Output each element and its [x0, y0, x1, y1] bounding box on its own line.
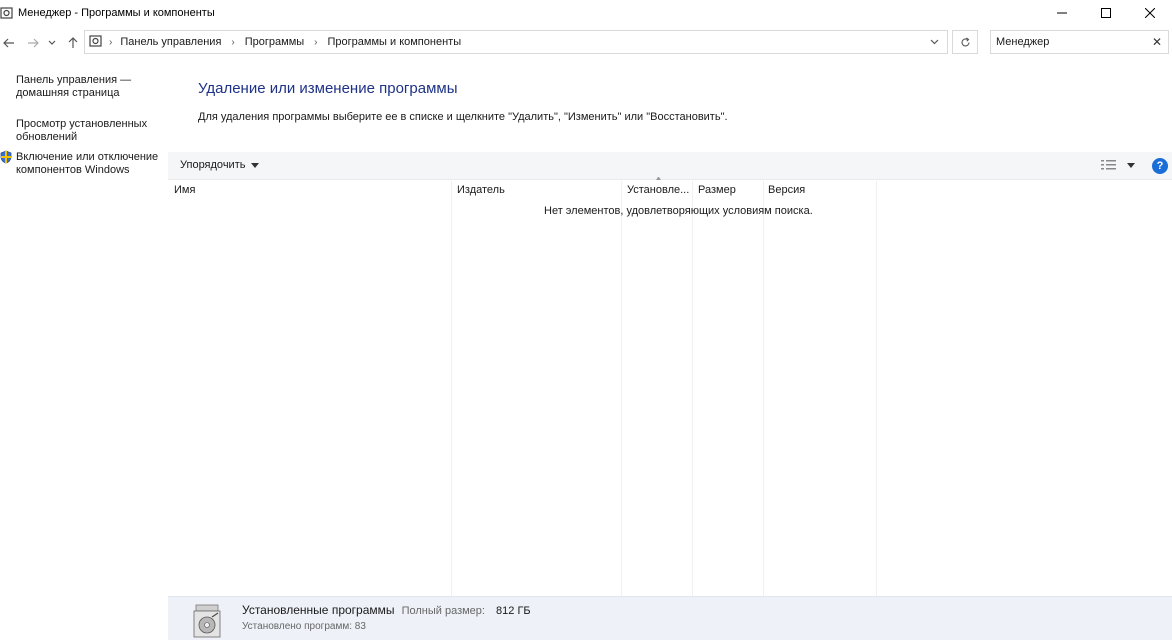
arrow-left-icon: [3, 38, 14, 48]
minimize-icon: [1057, 12, 1067, 14]
maximize-button[interactable]: [1084, 0, 1128, 26]
arrow-up-icon: [68, 37, 78, 48]
minimize-button[interactable]: [1040, 0, 1084, 26]
dropdown-arrow-icon: [251, 162, 260, 168]
column-header-installed-on[interactable]: Установле...: [627, 184, 689, 196]
column-header-name[interactable]: Имя: [174, 184, 195, 196]
up-button[interactable]: [64, 33, 82, 53]
view-installed-updates-link[interactable]: Просмотр установленных обновлений: [16, 118, 166, 144]
search-value: Менеджер: [996, 36, 1050, 48]
breadcrumb-programs[interactable]: Программы: [243, 36, 306, 48]
chevron-right-icon: ›: [109, 36, 113, 48]
recent-locations-button[interactable]: [46, 33, 58, 53]
refresh-button[interactable]: [952, 30, 978, 54]
chevron-right-icon: ›: [314, 36, 318, 48]
total-size-value: 812 ГБ: [496, 605, 531, 617]
clear-search-icon[interactable]: ✕: [1152, 35, 1162, 49]
column-header-size[interactable]: Размер: [698, 184, 736, 196]
command-bar: Упорядочить ?: [168, 152, 1172, 180]
installed-programs-icon: [190, 603, 224, 639]
address-bar[interactable]: › Панель управления › Программы › Програ…: [84, 30, 948, 54]
back-button[interactable]: [0, 33, 18, 53]
organize-button[interactable]: Упорядочить: [180, 159, 260, 171]
column-divider: [876, 181, 877, 596]
forward-button[interactable]: [24, 33, 42, 53]
breadcrumb-control-panel[interactable]: Панель управления: [118, 36, 223, 48]
program-list[interactable]: Имя Издатель Установле... Размер Версия …: [168, 177, 1172, 596]
details-pane: Установленные программы Полный размер: 8…: [168, 596, 1172, 640]
chevron-down-icon: [48, 40, 56, 45]
window-title: Менеджер - Программы и компоненты: [18, 7, 215, 19]
address-dropdown-button[interactable]: [921, 31, 947, 53]
windows-features-link[interactable]: Включение или отключение компонентов Win…: [16, 151, 166, 177]
control-panel-icon: [89, 34, 103, 51]
help-icon[interactable]: ?: [1152, 158, 1168, 174]
navigation-bar: › Панель управления › Программы › Програ…: [0, 29, 1172, 57]
column-divider: [763, 181, 764, 596]
maximize-icon: [1101, 8, 1111, 18]
title-bar: Менеджер - Программы и компоненты: [0, 0, 1172, 26]
close-button[interactable]: [1128, 0, 1172, 26]
instruction-text: Для удаления программы выберите ее в спи…: [198, 111, 728, 123]
view-options-dropdown[interactable]: [1127, 163, 1135, 168]
arrow-right-icon: [28, 38, 39, 48]
installed-count: Установлено программ: 83: [242, 621, 366, 632]
breadcrumb-programs-features[interactable]: Программы и компоненты: [326, 36, 464, 48]
column-header-publisher[interactable]: Издатель: [457, 184, 505, 196]
chevron-down-icon: [930, 39, 938, 45]
chevron-right-icon: ›: [231, 36, 235, 48]
refresh-icon: [960, 37, 970, 46]
total-size-label: Полный размер:: [401, 605, 485, 617]
change-view-button[interactable]: [1101, 159, 1119, 173]
details-view-icon: [1101, 160, 1116, 170]
column-header-version[interactable]: Версия: [768, 184, 805, 196]
page-title: Удаление или изменение программы: [198, 80, 458, 97]
close-icon: [1145, 8, 1155, 18]
control-panel-home-link[interactable]: Панель управления — домашняя страница: [16, 74, 166, 100]
empty-list-message: Нет элементов, удовлетворяющих условиям …: [544, 205, 813, 217]
column-divider: [621, 181, 622, 596]
control-panel-icon: [0, 6, 14, 20]
shield-icon: [0, 150, 12, 164]
column-divider: [692, 181, 693, 596]
search-input[interactable]: Менеджер ✕: [990, 30, 1169, 54]
sort-indicator-icon: [656, 177, 661, 180]
column-divider: [451, 181, 452, 596]
status-title: Установленные программы: [242, 603, 395, 617]
